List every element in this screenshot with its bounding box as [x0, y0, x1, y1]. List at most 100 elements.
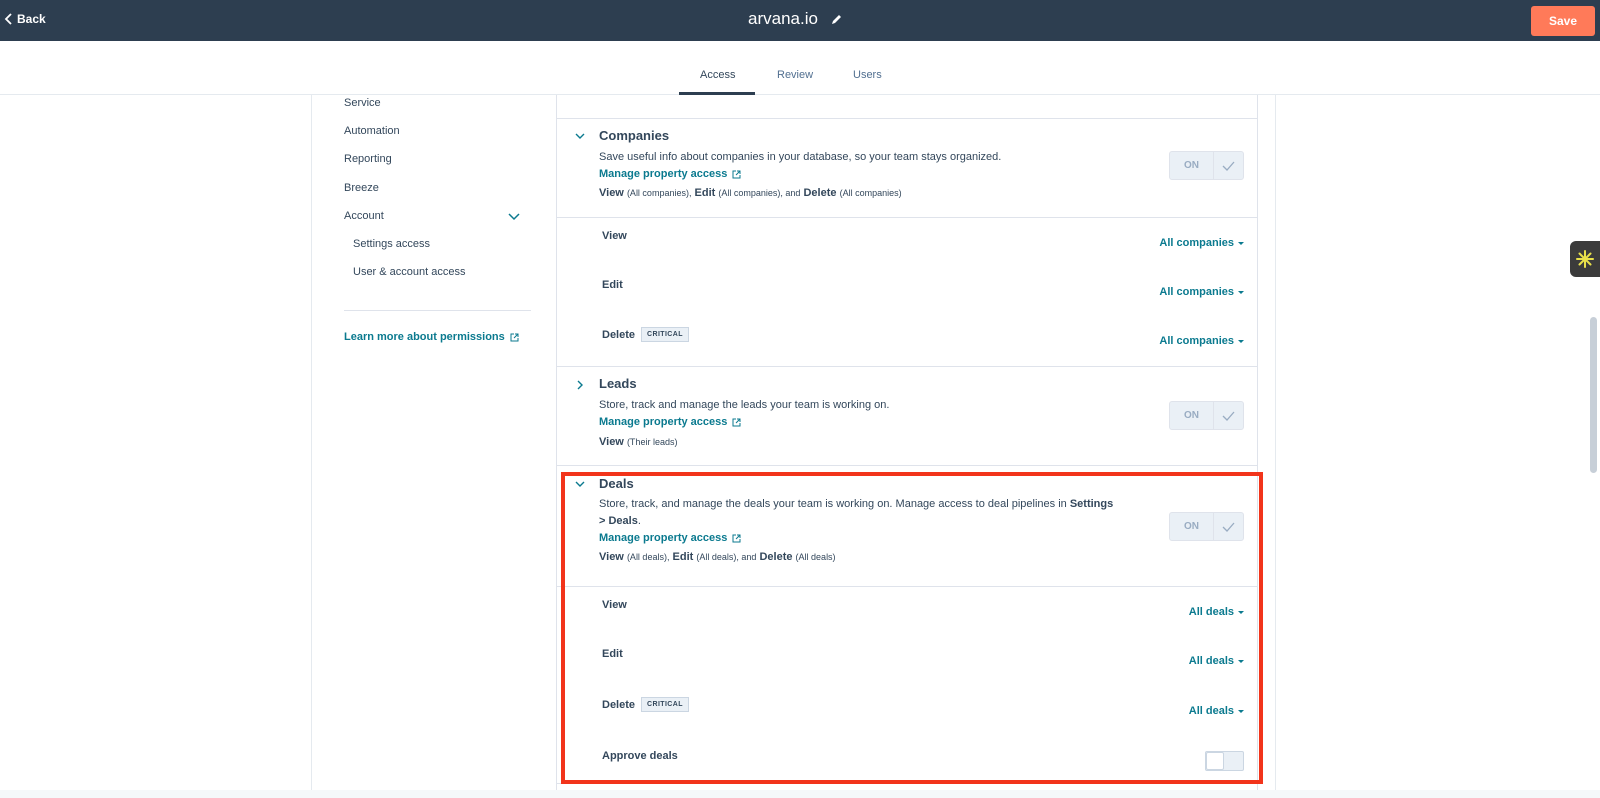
permission-row-label: Delete CRITICAL — [602, 697, 689, 712]
dropdown-value: All companies — [1159, 335, 1234, 347]
permission-dropdown[interactable]: All companies — [1159, 286, 1244, 298]
row-label-text: Approve deals — [602, 750, 678, 762]
sidebar-item-service[interactable]: Service — [344, 97, 381, 109]
row-label-text: Edit — [602, 279, 623, 291]
permission-dropdown[interactable]: All deals — [1189, 606, 1244, 618]
caret-down-icon — [1238, 709, 1244, 713]
deals-description: Store, track, and manage the deals your … — [599, 496, 1119, 530]
chevron-down-icon[interactable] — [508, 213, 520, 221]
row-label-text: View — [602, 599, 627, 611]
summary-edit: Edit — [694, 187, 716, 199]
dropdown-value: All deals — [1188, 655, 1234, 667]
on-label: ON — [1170, 402, 1214, 429]
divider — [311, 95, 312, 798]
learn-more-label: Learn more about permissions — [344, 331, 505, 343]
companies-summary: View (All companies), Edit (All companie… — [599, 187, 902, 199]
divider — [557, 465, 1258, 466]
dropdown-value: All deals — [1188, 705, 1234, 717]
dropdown-value: All companies — [1159, 237, 1234, 249]
external-link-icon — [510, 333, 519, 341]
caret-down-icon — [1238, 610, 1244, 614]
leads-description: Store, track and manage the leads your t… — [599, 399, 890, 411]
summary-view: View — [599, 187, 624, 199]
deals-summary: View (All deals), Edit (All deals), and … — [599, 551, 836, 563]
external-link-icon — [732, 170, 741, 178]
chevron-right-icon[interactable] — [575, 380, 585, 390]
caret-down-icon — [1238, 339, 1244, 343]
approve-deals-label: Approve deals — [602, 750, 678, 762]
summary-view-scope: (All deals), — [626, 552, 670, 562]
row-label-text: View — [602, 230, 627, 242]
summary-delete-scope: (All companies) — [839, 188, 902, 198]
summary-delete: Delete — [803, 187, 837, 199]
learn-more-link[interactable]: Learn more about permissions — [344, 331, 519, 343]
divider — [557, 118, 1258, 119]
permission-dropdown[interactable]: All deals — [1189, 705, 1244, 717]
permission-row-label: View — [602, 599, 627, 611]
companies-description: Save useful info about companies in your… — [599, 151, 1002, 163]
sidebar-item-settings-access[interactable]: Settings access — [353, 238, 430, 250]
companies-manage-property-link[interactable]: Manage property access — [599, 168, 741, 180]
back-button[interactable]: Back — [4, 12, 46, 26]
dropdown-value: All deals — [1188, 606, 1234, 618]
pencil-icon[interactable] — [830, 13, 843, 26]
page-title-group: arvana.io — [748, 9, 843, 29]
manage-property-label: Manage property access — [599, 532, 728, 544]
bottom-strip — [0, 790, 1600, 798]
leads-on-toggle[interactable]: ON — [1169, 401, 1244, 430]
tab-access[interactable]: Access — [700, 69, 735, 81]
tab-review[interactable]: Review — [777, 69, 813, 81]
on-label: ON — [1170, 152, 1214, 179]
divider — [557, 783, 1258, 784]
permission-row-label: Delete CRITICAL — [602, 327, 689, 342]
sidebar-item-account[interactable]: Account — [344, 210, 384, 222]
permission-dropdown[interactable]: All companies — [1159, 335, 1244, 347]
approve-deals-toggle[interactable] — [1205, 751, 1244, 771]
permission-row-label: Edit — [602, 648, 623, 660]
summary-view-scope: (Their leads) — [626, 437, 678, 447]
row-label-text: Delete — [602, 698, 636, 711]
deals-on-toggle[interactable]: ON — [1169, 512, 1244, 541]
leads-title: Leads — [599, 376, 637, 391]
permission-dropdown[interactable]: All companies — [1159, 237, 1244, 249]
divider — [557, 217, 1258, 218]
permission-dropdown[interactable]: All deals — [1189, 655, 1244, 667]
check-icon — [1222, 522, 1235, 532]
tab-users[interactable]: Users — [853, 69, 882, 81]
sidebar-item-user-account-access[interactable]: User & account access — [353, 266, 466, 278]
back-label: Back — [17, 12, 46, 26]
deals-description-text: Store, track, and manage the deals your … — [599, 498, 1067, 510]
divider — [557, 586, 1258, 587]
save-button[interactable]: Save — [1531, 6, 1595, 36]
manage-property-label: Manage property access — [599, 416, 728, 428]
tabs-bar: Access Review Users — [0, 41, 1600, 95]
leads-manage-property-link[interactable]: Manage property access — [599, 416, 741, 428]
divider — [344, 310, 531, 311]
sidebar-item-reporting[interactable]: Reporting — [344, 153, 392, 165]
critical-badge: CRITICAL — [641, 697, 689, 712]
summary-edit-scope: (All deals), and — [696, 552, 757, 562]
manage-property-label: Manage property access — [599, 168, 728, 180]
scrollbar-thumb[interactable] — [1590, 317, 1597, 473]
chevron-down-icon[interactable] — [575, 131, 585, 141]
sidebar-item-automation[interactable]: Automation — [344, 125, 400, 137]
permissions-panel: Companies Save useful info about compani… — [556, 95, 1258, 798]
permission-row-label: Edit — [602, 279, 623, 291]
deals-title: Deals — [599, 476, 634, 491]
dropdown-value: All companies — [1159, 286, 1234, 298]
toggle-knob — [1206, 752, 1224, 770]
check-icon — [1222, 411, 1235, 421]
sidebar-item-breeze[interactable]: Breeze — [344, 182, 379, 194]
caret-down-icon — [1238, 659, 1244, 663]
summary-view: View — [599, 436, 624, 448]
assistant-widget[interactable] — [1570, 241, 1600, 277]
on-label: ON — [1170, 513, 1214, 540]
companies-on-toggle[interactable]: ON — [1169, 151, 1244, 180]
deals-manage-property-link[interactable]: Manage property access — [599, 532, 741, 544]
sparkle-icon — [1576, 250, 1594, 268]
chevron-down-icon[interactable] — [575, 479, 585, 489]
page-title: arvana.io — [748, 9, 818, 28]
chevron-left-icon — [4, 13, 12, 25]
critical-badge: CRITICAL — [641, 327, 689, 342]
summary-edit-scope: (All companies), and — [718, 188, 801, 198]
